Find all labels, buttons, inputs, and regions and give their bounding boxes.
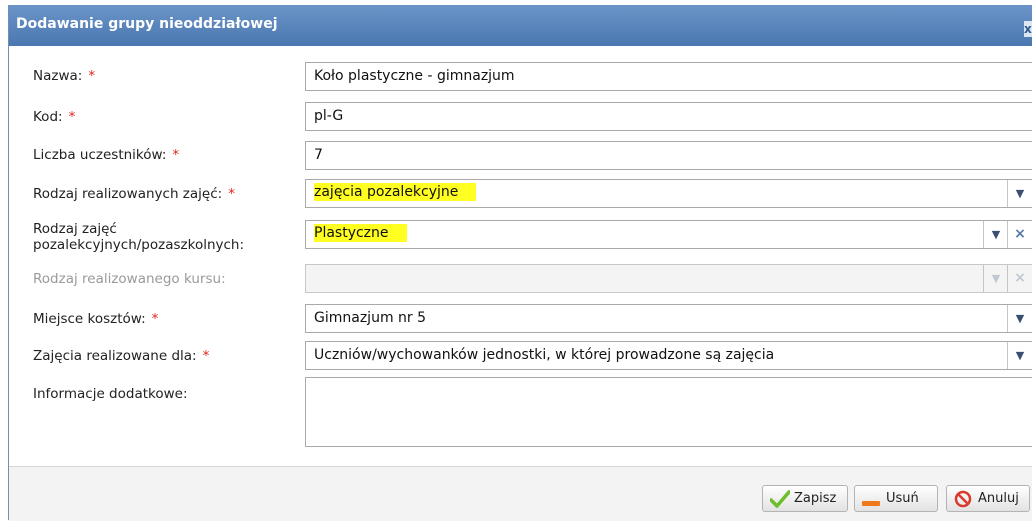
dialog: Dodawanie grupy nieoddziałowej x Nazwa: *… [8,5,1032,521]
informacje-textarea[interactable] [305,377,1032,447]
clear-icon[interactable]: × [1007,221,1032,248]
label-rodzaj-zajec: Rodzaj realizowanych zajęć: * [33,186,235,202]
minus-icon [862,496,880,511]
required-mark: * [172,147,180,163]
close-icon: x [1024,22,1032,36]
checkmark-icon [769,490,791,512]
label-kod: Kod: * [33,109,76,125]
chevron-down-icon: ▼ [983,265,1008,292]
required-mark: * [228,186,235,202]
required-mark: * [151,311,159,327]
chevron-down-icon[interactable]: ▼ [1007,180,1032,207]
nazwa-input[interactable]: Koło plastyczne - gimnazjum [305,62,1032,91]
dialog-titlebar: Dodawanie grupy nieoddziałowej x [9,5,1032,46]
close-button[interactable]: x [1024,21,1032,37]
label-zajecia-dla: Zajęcia realizowane dla: * [33,348,210,364]
liczba-input[interactable]: 7 [305,141,1032,170]
label-miejsce-kosztow: Miejsce kosztów: * [33,311,159,327]
clear-icon: × [1007,265,1032,292]
highlighted-value: zajęcia pozalekcyjne [314,183,477,201]
label-rodzaj-kursu: Rodzaj realizowanego kursu: [33,271,226,287]
label-nazwa: Nazwa: * [33,68,96,84]
dialog-footer: Zapisz Usuń Anuluj [9,466,1032,521]
chevron-down-icon[interactable]: ▼ [983,221,1008,248]
kod-input[interactable]: pl-G [305,102,1032,131]
label-liczba: Liczba uczestników: * [33,147,180,163]
chevron-down-icon[interactable]: ▼ [1007,305,1032,332]
label-rodzaj-pozalekcyjnych: Rodzaj zajęć pozalekcyjnych/pozaszkolnych… [33,221,245,253]
chevron-down-icon[interactable]: ▼ [1007,342,1032,369]
delete-button[interactable]: Usuń [854,485,938,512]
rodzaj-pozalekcyjnych-select[interactable]: Plastyczne ▼ × [305,220,1032,249]
required-mark: * [68,109,76,125]
required-mark: * [202,348,210,364]
dialog-title: Dodawanie grupy nieoddziałowej [16,16,278,32]
highlighted-value: Plastyczne [314,224,407,242]
save-button[interactable]: Zapisz [762,485,848,512]
label-informacje: Informacje dodatkowe: [33,386,188,402]
cancel-button[interactable]: Anuluj [946,485,1030,512]
required-mark: * [88,68,96,84]
rodzaj-kursu-select: ▼ × [305,264,1032,293]
cancel-icon [954,490,972,512]
miejsce-kosztow-select[interactable]: Gimnazjum nr 5 ▼ [305,304,1032,333]
rodzaj-zajec-select[interactable]: zajęcia pozalekcyjne ▼ [305,179,1032,208]
zajecia-dla-select[interactable]: Uczniów/wychowanków jednostki, w której … [305,341,1032,370]
